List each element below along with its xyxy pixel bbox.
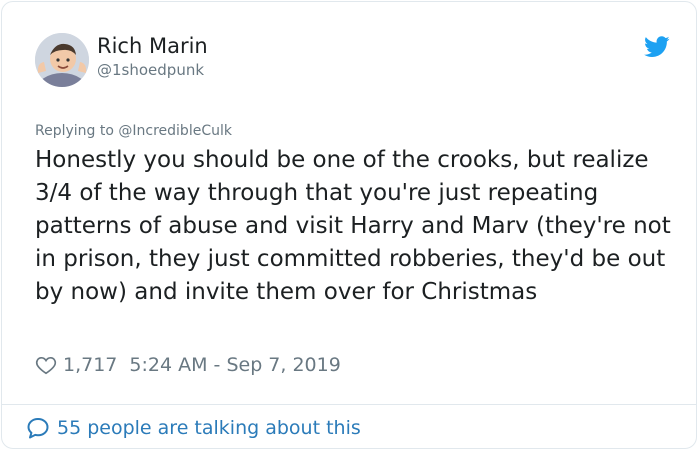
author-handle[interactable]: @1shoedpunk xyxy=(97,61,204,79)
heart-icon[interactable] xyxy=(35,354,57,376)
twitter-bird-icon[interactable] xyxy=(644,36,670,58)
conversation-link[interactable]: 55 people are talking about this xyxy=(26,416,361,440)
divider xyxy=(2,404,696,405)
tweet-meta: 1,717 5:24 AM - Sep 7, 2019 xyxy=(35,352,341,378)
tweet-text: Honestly you should be one of the crooks… xyxy=(35,147,671,305)
avatar[interactable] xyxy=(35,33,89,87)
tweet-timestamp[interactable]: 5:24 AM - Sep 7, 2019 xyxy=(129,354,340,376)
avatar-image xyxy=(35,33,89,87)
like-count[interactable]: 1,717 xyxy=(63,354,117,376)
replying-to-prefix: Replying to xyxy=(35,123,119,139)
author-name[interactable]: Rich Marin xyxy=(97,34,208,58)
replying-to-link[interactable]: @IncredibleCulk xyxy=(118,123,232,139)
replying-to: Replying to @IncredibleCulk xyxy=(35,123,232,139)
tweet-card: Rich Marin @1shoedpunk Replying to @Incr… xyxy=(1,1,697,449)
chat-bubble-icon xyxy=(27,418,49,439)
conversation-count: 55 people are talking about this xyxy=(57,417,361,439)
